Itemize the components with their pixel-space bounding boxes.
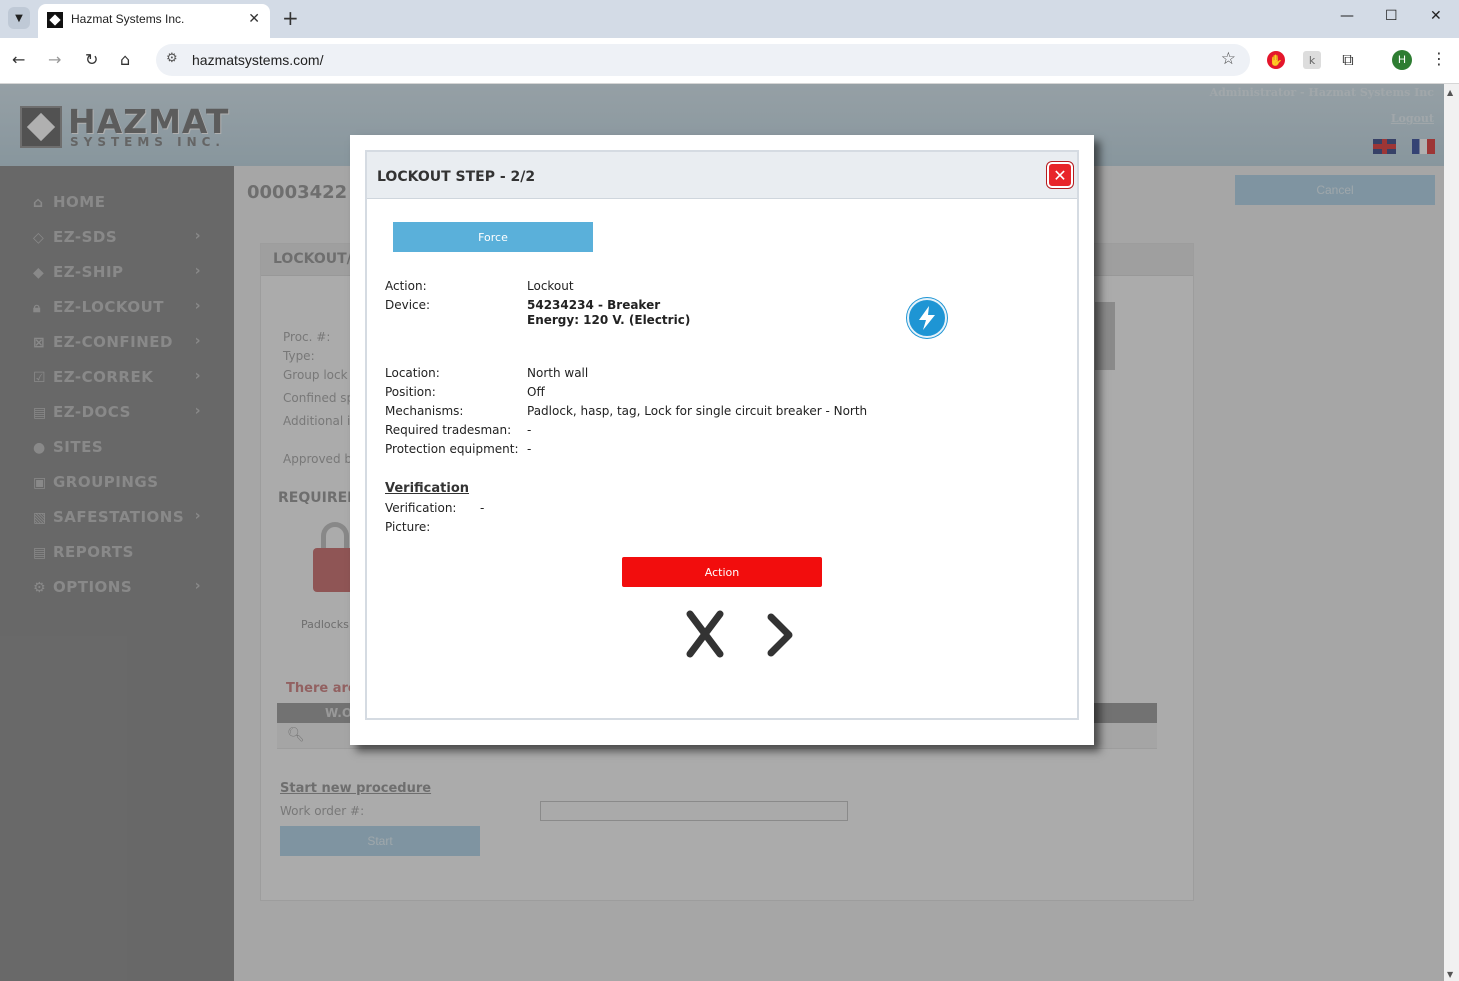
next-step-chevron-right-icon[interactable] xyxy=(763,611,797,659)
energy-field-value: Energy: 120 V. (Electric) xyxy=(527,313,691,327)
mechanisms-field-label: Mechanisms: xyxy=(385,404,464,418)
puzzle-extensions-icon[interactable]: ⧉ xyxy=(1339,50,1357,69)
back-arrow-icon[interactable]: ← xyxy=(12,50,25,69)
tradesman-field-value: - xyxy=(527,423,532,437)
chevron-down-icon: ▼ xyxy=(15,12,23,24)
site-settings-icon[interactable]: ⚙ xyxy=(166,51,178,66)
device-field-value: 54234234 - Breaker xyxy=(527,298,661,312)
hazmat-favicon-icon xyxy=(47,12,63,28)
address-bar[interactable]: ⚙ hazmatsystems.com/ ☆ xyxy=(156,44,1250,76)
cancel-step-x-icon[interactable] xyxy=(685,609,725,659)
tab-search-button[interactable]: ▼ xyxy=(8,7,30,29)
picture-field-label: Picture: xyxy=(385,520,431,534)
location-field-label: Location: xyxy=(385,366,440,380)
position-field-value: Off xyxy=(527,385,545,399)
reload-icon[interactable]: ↻ xyxy=(85,50,98,69)
adblock-extension-icon[interactable]: ✋ xyxy=(1267,51,1285,69)
verification-field-value: - xyxy=(480,501,485,515)
maximize-icon[interactable]: ☐ xyxy=(1385,8,1398,24)
action-button[interactable]: Action xyxy=(622,557,822,587)
extension-icon[interactable]: k xyxy=(1303,51,1321,69)
forward-arrow-icon[interactable]: → xyxy=(48,50,61,69)
page: HAZMAT SYSTEMS INC. Administrator - Hazm… xyxy=(0,84,1444,981)
browser-toolbar: ← → ↻ ⌂ ⚙ hazmatsystems.com/ ☆ ✋ k ⧉ H ⋮ xyxy=(0,38,1459,84)
bookmark-star-icon[interactable]: ☆ xyxy=(1221,49,1236,69)
position-field-label: Position: xyxy=(385,385,436,399)
lockout-step-dialog: LOCKOUT STEP - 2/2 ✕ Force Action: Locko… xyxy=(350,135,1094,745)
location-field-value: North wall xyxy=(527,366,589,380)
verification-field-label: Verification: xyxy=(385,501,457,515)
scroll-down-icon[interactable]: ▼ xyxy=(1447,970,1453,979)
scroll-up-icon[interactable]: ▲ xyxy=(1447,88,1453,97)
dialog-body: LOCKOUT STEP - 2/2 ✕ Force Action: Locko… xyxy=(365,150,1079,720)
browser-menu-icon[interactable]: ⋮ xyxy=(1431,49,1447,68)
electric-energy-icon xyxy=(907,298,947,338)
minimize-icon[interactable]: — xyxy=(1340,8,1354,24)
action-field-label: Action: xyxy=(385,279,427,293)
home-page-icon[interactable]: ⌂ xyxy=(120,50,130,69)
page-scrollbar[interactable]: ▲ ▼ xyxy=(1444,84,1459,981)
close-icon[interactable]: ✕ xyxy=(1047,162,1073,188)
device-field-label: Device: xyxy=(385,298,431,312)
new-tab-plus-icon[interactable]: + xyxy=(282,6,299,30)
tab-close-icon[interactable]: ✕ xyxy=(248,11,260,27)
action-field-value: Lockout xyxy=(527,279,574,293)
browser-tab[interactable]: Hazmat Systems Inc. ✕ xyxy=(38,4,270,38)
dialog-header: LOCKOUT STEP - 2/2 ✕ xyxy=(367,152,1077,199)
window-close-icon[interactable]: ✕ xyxy=(1430,8,1442,24)
protection-field-label: Protection equipment: xyxy=(385,442,519,456)
mechanisms-field-value: Padlock, hasp, tag, Lock for single circ… xyxy=(527,404,868,418)
protection-field-value: - xyxy=(527,442,532,456)
verification-heading: Verification xyxy=(385,481,470,496)
force-button[interactable]: Force xyxy=(393,222,593,252)
tradesman-field-label: Required tradesman: xyxy=(385,423,512,437)
dialog-title: LOCKOUT STEP - 2/2 xyxy=(377,169,536,185)
browser-tab-bar: ▼ Hazmat Systems Inc. ✕ + — ☐ ✕ xyxy=(0,0,1459,38)
tab-title: Hazmat Systems Inc. xyxy=(71,12,185,26)
profile-avatar[interactable]: H xyxy=(1392,50,1412,70)
address-url: hazmatsystems.com/ xyxy=(192,52,324,68)
